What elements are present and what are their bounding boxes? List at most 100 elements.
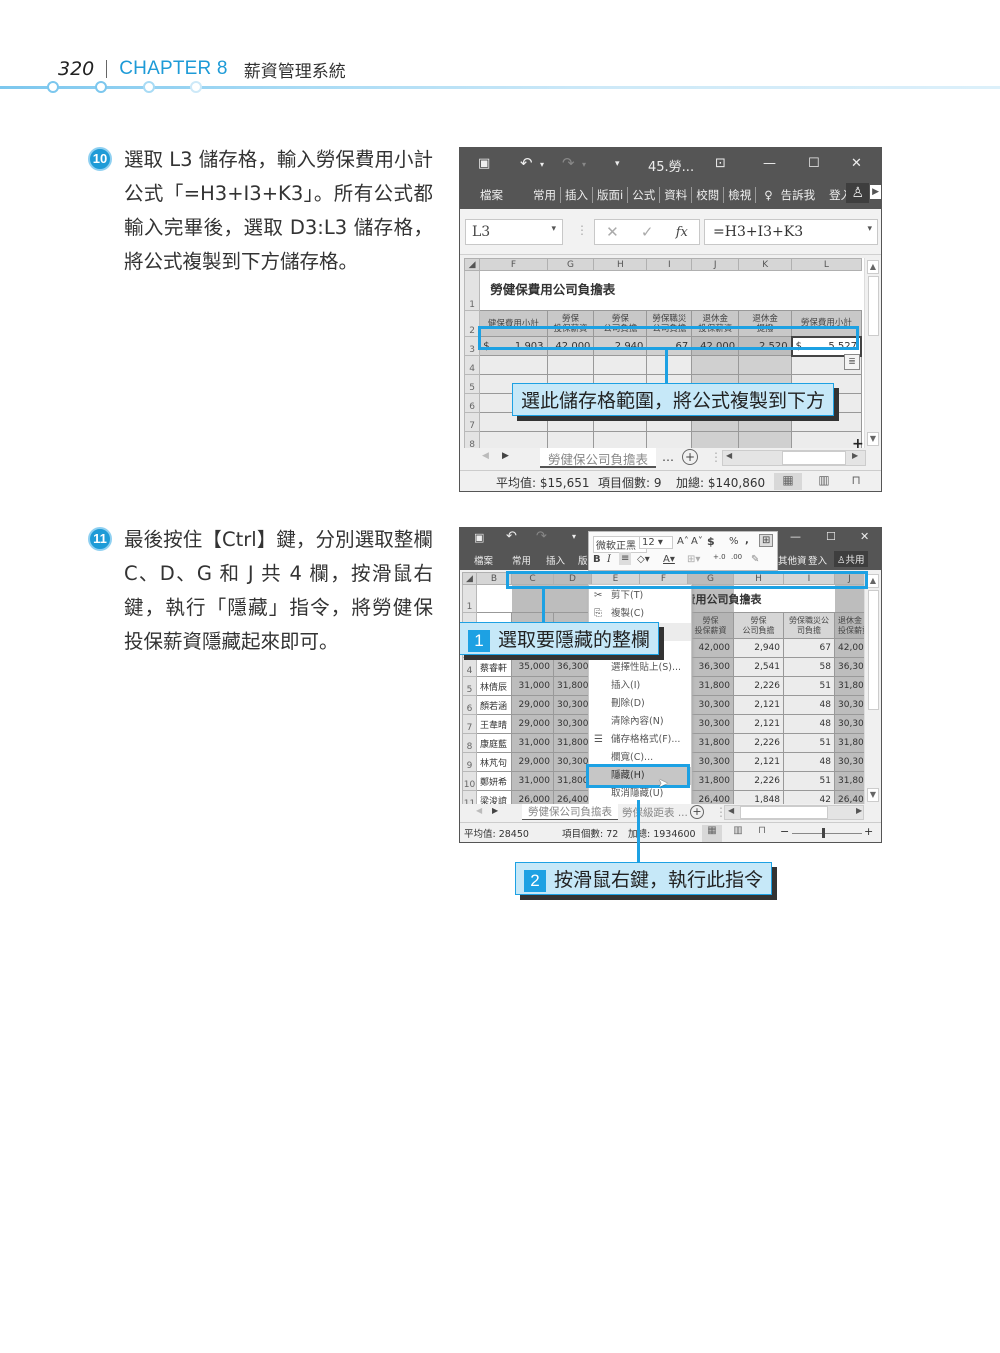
cell[interactable]: 31,800 bbox=[687, 733, 734, 753]
cell[interactable]: 31,800 bbox=[834, 733, 864, 753]
cell[interactable] bbox=[479, 355, 548, 375]
zoom-slider[interactable] bbox=[792, 833, 862, 834]
column-header[interactable]: L bbox=[791, 258, 862, 271]
insert-function-icon[interactable]: fx bbox=[676, 225, 688, 240]
cell[interactable]: 67 bbox=[783, 638, 835, 658]
cell[interactable] bbox=[738, 355, 793, 375]
row-header[interactable]: 4 bbox=[463, 355, 481, 375]
scroll-thumb[interactable] bbox=[868, 590, 879, 710]
cell[interactable]: 2,940 bbox=[733, 638, 784, 658]
row-header[interactable]: 10 bbox=[462, 771, 477, 791]
cell[interactable]: 36,300 bbox=[553, 657, 592, 677]
splitter-handle-icon[interactable]: ⋮ bbox=[710, 450, 722, 464]
cell[interactable]: 2,226 bbox=[733, 676, 784, 696]
cell[interactable]: 29,000 bbox=[511, 695, 554, 715]
chevron-down-icon[interactable]: ▾ bbox=[551, 224, 556, 234]
cell[interactable]: 26,400 bbox=[834, 790, 864, 804]
cell[interactable]: 2,541 bbox=[733, 657, 784, 677]
context-menu-item[interactable]: 清除內容(N) bbox=[589, 713, 691, 731]
cell[interactable]: 31,800 bbox=[834, 771, 864, 791]
column-header[interactable]: H bbox=[593, 258, 648, 271]
cell[interactable]: 36,300 bbox=[834, 657, 864, 677]
cell[interactable]: 31,000 bbox=[511, 676, 554, 696]
cell[interactable]: 42 bbox=[783, 790, 835, 804]
font-size-dropdown[interactable]: 12 ▾ bbox=[639, 536, 673, 549]
row-header[interactable]: 5 bbox=[463, 374, 481, 394]
h-scroll-thumb[interactable] bbox=[782, 451, 846, 465]
column-header[interactable]: F bbox=[479, 258, 548, 271]
cell[interactable]: 31,800 bbox=[553, 676, 592, 696]
row-header[interactable]: 9 bbox=[462, 752, 477, 772]
cell[interactable]: 26,400 bbox=[687, 790, 734, 804]
context-menu-item[interactable]: 刪除(D) bbox=[589, 695, 691, 713]
employee-name-cell[interactable]: 林芃句 bbox=[476, 752, 512, 772]
cell[interactable]: 30,300 bbox=[834, 695, 864, 715]
employee-name-cell[interactable]: 顏若涵 bbox=[476, 695, 512, 715]
sign-in-button[interactable]: 登入 bbox=[808, 553, 827, 567]
cell[interactable]: 48 bbox=[783, 714, 835, 734]
tab-other[interactable]: 其他資 bbox=[778, 553, 807, 567]
tell-me-button[interactable]: 告訴我 bbox=[777, 187, 820, 203]
tab-data[interactable]: 資料 bbox=[660, 187, 693, 203]
context-menu-item[interactable]: ✂ 剪下(T) bbox=[589, 587, 691, 605]
cell[interactable]: 31,800 bbox=[687, 771, 734, 791]
page-break-view-icon[interactable]: ⊓ bbox=[752, 825, 772, 842]
tab-home[interactable]: 常用 bbox=[512, 553, 531, 567]
customize-icon[interactable]: ▾ bbox=[572, 532, 576, 541]
scroll-right-icon[interactable]: ▶ bbox=[856, 806, 862, 815]
page-layout-view-icon[interactable]: ▥ bbox=[728, 825, 748, 842]
employee-name-cell[interactable]: 康庭藍 bbox=[476, 733, 512, 753]
vertical-scrollbar[interactable]: ▲ ▼ bbox=[864, 258, 881, 448]
minimize-icon[interactable]: — bbox=[790, 530, 801, 543]
formula-bar[interactable]: =H3+I3+K3 ▾ bbox=[704, 219, 878, 245]
employee-name-cell[interactable]: 蔡睿軒 bbox=[476, 657, 512, 677]
quick-analysis-icon[interactable]: ≣ bbox=[844, 354, 860, 370]
zoom-slider-thumb[interactable] bbox=[822, 828, 825, 838]
row-header[interactable]: 7 bbox=[462, 714, 477, 734]
save-icon[interactable]: ▣ bbox=[478, 156, 490, 171]
select-all-corner[interactable]: ◢ bbox=[462, 572, 477, 585]
cell[interactable]: 2,121 bbox=[733, 752, 784, 772]
next-sheet-icon[interactable]: ▶ bbox=[492, 806, 498, 815]
cell[interactable]: 26,400 bbox=[553, 790, 592, 804]
cell[interactable]: 30,300 bbox=[687, 695, 734, 715]
column-header[interactable]: J bbox=[691, 258, 740, 271]
page-layout-view-icon[interactable]: ▥ bbox=[810, 473, 838, 490]
row-header[interactable]: 1 bbox=[463, 270, 481, 311]
cell[interactable]: 30,300 bbox=[834, 752, 864, 772]
scroll-thumb[interactable] bbox=[868, 276, 879, 336]
cell[interactable]: 2,226 bbox=[733, 771, 784, 791]
cell[interactable]: 31,800 bbox=[834, 676, 864, 696]
column-header[interactable]: I bbox=[646, 258, 693, 271]
merge-center-icon[interactable]: ⊞ bbox=[759, 534, 774, 547]
row-header[interactable]: 7 bbox=[463, 412, 481, 432]
cell[interactable]: 2,226 bbox=[733, 733, 784, 753]
cell[interactable]: 51 bbox=[783, 771, 835, 791]
vertical-scrollbar[interactable]: ▲ ▼ bbox=[864, 572, 881, 804]
add-sheet-icon[interactable]: + bbox=[682, 449, 698, 465]
cell[interactable]: 31,800 bbox=[553, 733, 592, 753]
cell[interactable] bbox=[546, 355, 595, 375]
center-align-icon[interactable]: ≡ bbox=[619, 552, 632, 565]
prev-sheet-icon[interactable]: ◀ bbox=[476, 806, 482, 815]
row-header[interactable]: 4 bbox=[462, 657, 477, 677]
share-button[interactable]: ♙共用 bbox=[834, 551, 868, 567]
undo-icon[interactable]: ↶ bbox=[506, 529, 517, 544]
row-header[interactable]: 11 bbox=[462, 790, 477, 804]
employee-name-cell[interactable]: 鄭妍希 bbox=[476, 771, 512, 791]
cell[interactable] bbox=[646, 355, 693, 375]
sheet-tab-active[interactable]: 勞健保公司負擔表 bbox=[540, 448, 657, 468]
tab-view[interactable]: 檢視 bbox=[724, 187, 757, 203]
cell[interactable]: 58 bbox=[783, 657, 835, 677]
cell[interactable]: 48 bbox=[783, 695, 835, 715]
currency-format-icon[interactable]: $ bbox=[707, 535, 715, 548]
sheet-tab-active[interactable]: 勞健保公司負擔表 bbox=[522, 804, 618, 820]
drag-handle-icon[interactable]: ⋮ bbox=[576, 223, 588, 237]
cell[interactable] bbox=[593, 355, 648, 375]
scroll-right-icon[interactable]: ▶ bbox=[852, 451, 858, 460]
redo-icon[interactable]: ↷ bbox=[562, 154, 575, 172]
row-header[interactable]: 6 bbox=[462, 695, 477, 715]
borders-icon[interactable]: ⊞▾ bbox=[687, 554, 700, 565]
maximize-icon[interactable]: ☐ bbox=[826, 530, 836, 543]
more-sheets-icon[interactable]: … bbox=[662, 450, 674, 464]
